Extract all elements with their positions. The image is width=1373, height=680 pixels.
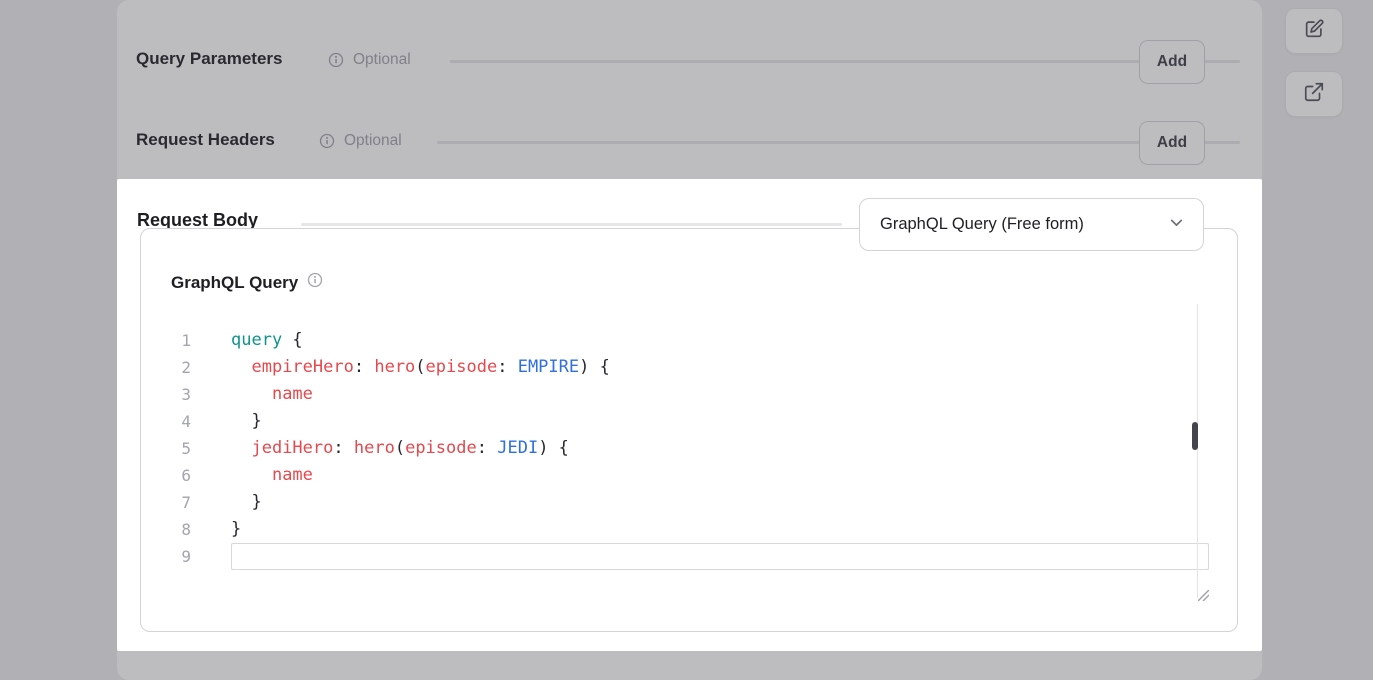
- screen: Query Parameters Optional Add Request He…: [0, 0, 1373, 680]
- code-token-attr: episode: [405, 438, 477, 458]
- code-token-enum: EMPIRE: [518, 357, 579, 377]
- code-token-enum: JEDI: [497, 438, 538, 458]
- code-token-p: [231, 492, 251, 512]
- editor-scrollbar-track: [1197, 304, 1198, 598]
- code-token-p: [364, 357, 374, 377]
- body-type-selected-value: GraphQL Query (Free form): [880, 215, 1168, 234]
- code-token-p: ) {: [579, 357, 610, 377]
- code-token-prop: empireHero: [251, 357, 353, 377]
- resize-handle-icon[interactable]: [1198, 588, 1209, 599]
- code-line-active[interactable]: [231, 543, 1209, 570]
- code-token-prop: hero: [374, 357, 415, 377]
- code-token-p: [231, 438, 251, 458]
- chevron-down-icon: [1168, 214, 1185, 236]
- code-line[interactable]: }: [231, 408, 1207, 435]
- code-token-p: [231, 357, 251, 377]
- code-token-p: [344, 438, 354, 458]
- editor-scrollbar-thumb[interactable]: [1192, 422, 1198, 450]
- code-line[interactable]: empireHero: hero(episode: EMPIRE) {: [231, 354, 1207, 381]
- info-icon: [307, 272, 323, 293]
- line-numbers: 123456789: [141, 327, 191, 570]
- line-number: 9: [141, 543, 191, 570]
- code-token-p: :: [477, 438, 487, 458]
- code-token-p: [487, 438, 497, 458]
- line-number: 2: [141, 354, 191, 381]
- code-line[interactable]: name: [231, 462, 1207, 489]
- code-token-p: :: [333, 438, 343, 458]
- code-token-kw: query: [231, 330, 282, 350]
- line-number: 6: [141, 462, 191, 489]
- code-line[interactable]: query {: [231, 327, 1207, 354]
- graphql-query-label: GraphQL Query: [171, 273, 298, 293]
- line-number: 4: [141, 408, 191, 435]
- code-token-p: }: [251, 411, 261, 431]
- code-token-p: ) {: [538, 438, 569, 458]
- code-token-prop: name: [272, 465, 313, 485]
- code-token-prop: jediHero: [251, 438, 333, 458]
- divider: [301, 223, 842, 226]
- line-number: 1: [141, 327, 191, 354]
- code-line[interactable]: name: [231, 381, 1207, 408]
- code-token-p: }: [231, 519, 241, 539]
- line-number: 7: [141, 489, 191, 516]
- code-token-p: :: [497, 357, 507, 377]
- line-number: 3: [141, 381, 191, 408]
- line-number: 5: [141, 435, 191, 462]
- graphql-editor-panel: GraphQL Query 123456789 query { empireHe…: [140, 228, 1238, 632]
- code-token-p: }: [251, 492, 261, 512]
- code-token-p: {: [282, 330, 302, 350]
- code-token-prop: name: [272, 384, 313, 404]
- code-token-p: [507, 357, 517, 377]
- code-token-attr: episode: [426, 357, 498, 377]
- code-token-p: [231, 411, 251, 431]
- code-token-p: (: [415, 357, 425, 377]
- code-lines: query { empireHero: hero(episode: EMPIRE…: [231, 327, 1207, 570]
- code-token-p: [231, 465, 272, 485]
- graphql-query-label-row: GraphQL Query: [171, 272, 323, 293]
- code-line[interactable]: }: [231, 516, 1207, 543]
- body-type-select[interactable]: GraphQL Query (Free form): [859, 198, 1204, 251]
- code-token-prop: hero: [354, 438, 395, 458]
- code-token-p: :: [354, 357, 364, 377]
- code-token-p: (: [395, 438, 405, 458]
- code-token-p: [231, 384, 272, 404]
- request-body-section: Request Body GraphQL Query (Free form) G…: [117, 179, 1262, 651]
- code-line[interactable]: }: [231, 489, 1207, 516]
- line-number: 8: [141, 516, 191, 543]
- code-line[interactable]: jediHero: hero(episode: JEDI) {: [231, 435, 1207, 462]
